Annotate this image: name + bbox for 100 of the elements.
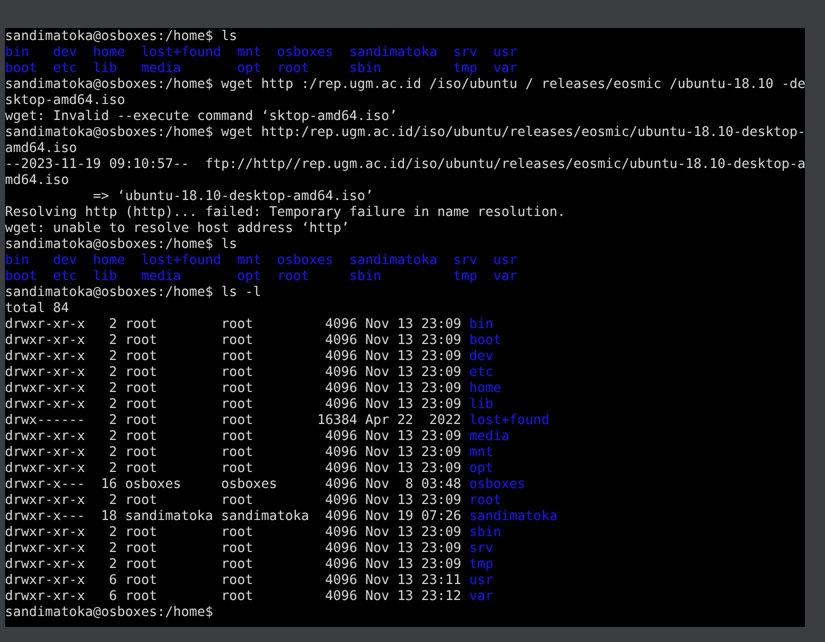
owner-name: root	[125, 317, 158, 332]
directory-name: usr	[493, 253, 518, 268]
directory-name: sbin	[469, 525, 502, 540]
link-count: 2	[109, 317, 118, 332]
output-line: => ‘ubuntu-18.10-desktop-amd64.iso’	[93, 189, 374, 204]
directory-name: home	[469, 381, 502, 396]
directory-name: opt	[469, 461, 494, 476]
directory-name: srv	[469, 541, 494, 556]
modified-date: Nov 13 23:09	[365, 461, 462, 476]
directory-name: mnt	[237, 253, 262, 268]
directory-name: lib	[469, 397, 494, 412]
owner-name: root	[125, 557, 158, 572]
permissions-text: drwxr-xr-x	[5, 317, 86, 332]
group-name: root	[221, 461, 254, 476]
owner-name: root	[125, 413, 158, 428]
owner-name: root	[125, 429, 158, 444]
permissions-text: drwxr-x---	[5, 509, 86, 524]
output-line: --2023-11-19 09:10:57-- ftp://http//rep.ugm.ac.id/iso/ubuntu/releases/eosmic/ubuntu-18.10-desktop-a	[5, 157, 806, 172]
modified-date: Nov 13 23:09	[365, 493, 462, 508]
directory-name: bin	[5, 45, 30, 60]
group-name: root	[221, 333, 254, 348]
output-line: md64.iso	[5, 173, 70, 188]
directory-name: lost+found	[469, 413, 550, 428]
group-name: root	[221, 397, 254, 412]
output-line: sktop-amd64.iso	[5, 93, 126, 108]
modified-date: Nov 13 23:09	[365, 429, 462, 444]
owner-name: root	[125, 573, 158, 588]
permissions-text: drwxr-xr-x	[5, 333, 86, 348]
directory-name: var	[469, 589, 494, 604]
link-count: 2	[109, 461, 118, 476]
group-name: root	[221, 525, 254, 540]
group-name: root	[221, 445, 254, 460]
modified-date: Apr 22 2022	[365, 413, 462, 428]
directory-name: sandimatoka	[349, 253, 438, 268]
file-size: 4096	[325, 589, 358, 604]
directory-name: tmp	[469, 557, 494, 572]
owner-name: sandimatoka	[125, 509, 214, 524]
directory-name: opt	[237, 61, 262, 76]
file-size: 4096	[325, 429, 358, 444]
link-count: 6	[109, 573, 118, 588]
output-line: sandimatoka@osboxes:/home$ wget http :/rep.ugm.ac.id /iso/ubuntu / releases/eosmic /ubuntu-18.10 -de	[5, 77, 806, 92]
directory-name: boot	[5, 61, 38, 76]
directory-name: lib	[93, 269, 118, 284]
permissions-text: drwxr-xr-x	[5, 557, 86, 572]
output-line: Resolving http (http)... failed: Temporary failure in name resolution.	[5, 205, 566, 220]
permissions-text: drwxr-xr-x	[5, 365, 86, 380]
permissions-text: drwxr-xr-x	[5, 541, 86, 556]
directory-name: mnt	[469, 445, 494, 460]
link-count: 2	[109, 445, 118, 460]
link-count: 2	[109, 429, 118, 444]
group-name: root	[221, 365, 254, 380]
link-count: 2	[109, 397, 118, 412]
file-size: 4096	[325, 381, 358, 396]
directory-name: boot	[469, 333, 502, 348]
modified-date: Nov 13 23:09	[365, 349, 462, 364]
directory-name: tmp	[453, 61, 478, 76]
output-line: total 84	[5, 301, 70, 316]
directory-name: sbin	[349, 61, 382, 76]
file-size: 4096	[325, 557, 358, 572]
link-count: 2	[109, 493, 118, 508]
owner-name: osboxes	[125, 477, 182, 492]
group-name: root	[221, 557, 254, 572]
group-name: root	[221, 413, 254, 428]
link-count: 6	[109, 589, 118, 604]
modified-date: Nov 19 07:26	[365, 509, 462, 524]
directory-name: root	[277, 269, 310, 284]
file-size: 4096	[325, 333, 358, 348]
file-size: 4096	[325, 493, 358, 508]
owner-name: root	[125, 461, 158, 476]
directory-name: dev	[53, 45, 78, 60]
group-name: root	[221, 429, 254, 444]
modified-date: Nov 13 23:09	[365, 445, 462, 460]
directory-name: dev	[469, 349, 494, 364]
modified-date: Nov 13 23:12	[365, 589, 462, 604]
link-count: 2	[109, 525, 118, 540]
link-count: 2	[109, 413, 118, 428]
owner-name: root	[125, 381, 158, 396]
directory-name: root	[277, 61, 310, 76]
modified-date: Nov 13 23:09	[365, 333, 462, 348]
permissions-text: drwxr-xr-x	[5, 381, 86, 396]
owner-name: root	[125, 349, 158, 364]
owner-name: root	[125, 493, 158, 508]
permissions-text: drwxr-xr-x	[5, 349, 86, 364]
directory-name: media	[141, 61, 182, 76]
link-count: 2	[109, 365, 118, 380]
directory-name: usr	[469, 573, 494, 588]
file-size: 4096	[325, 349, 358, 364]
file-size: 4096	[325, 541, 358, 556]
owner-name: root	[125, 333, 158, 348]
file-size: 4096	[325, 365, 358, 380]
owner-name: root	[125, 525, 158, 540]
permissions-text: drwxr-xr-x	[5, 525, 86, 540]
directory-name: home	[93, 253, 126, 268]
owner-name: root	[125, 541, 158, 556]
output-line: sandimatoka@osboxes:/home$ ls	[5, 237, 238, 252]
permissions-text: drwxr-xr-x	[5, 461, 86, 476]
file-size: 4096	[325, 445, 358, 460]
directory-name: bin	[5, 253, 30, 268]
directory-name: sbin	[349, 269, 382, 284]
directory-name: osboxes	[277, 253, 334, 268]
